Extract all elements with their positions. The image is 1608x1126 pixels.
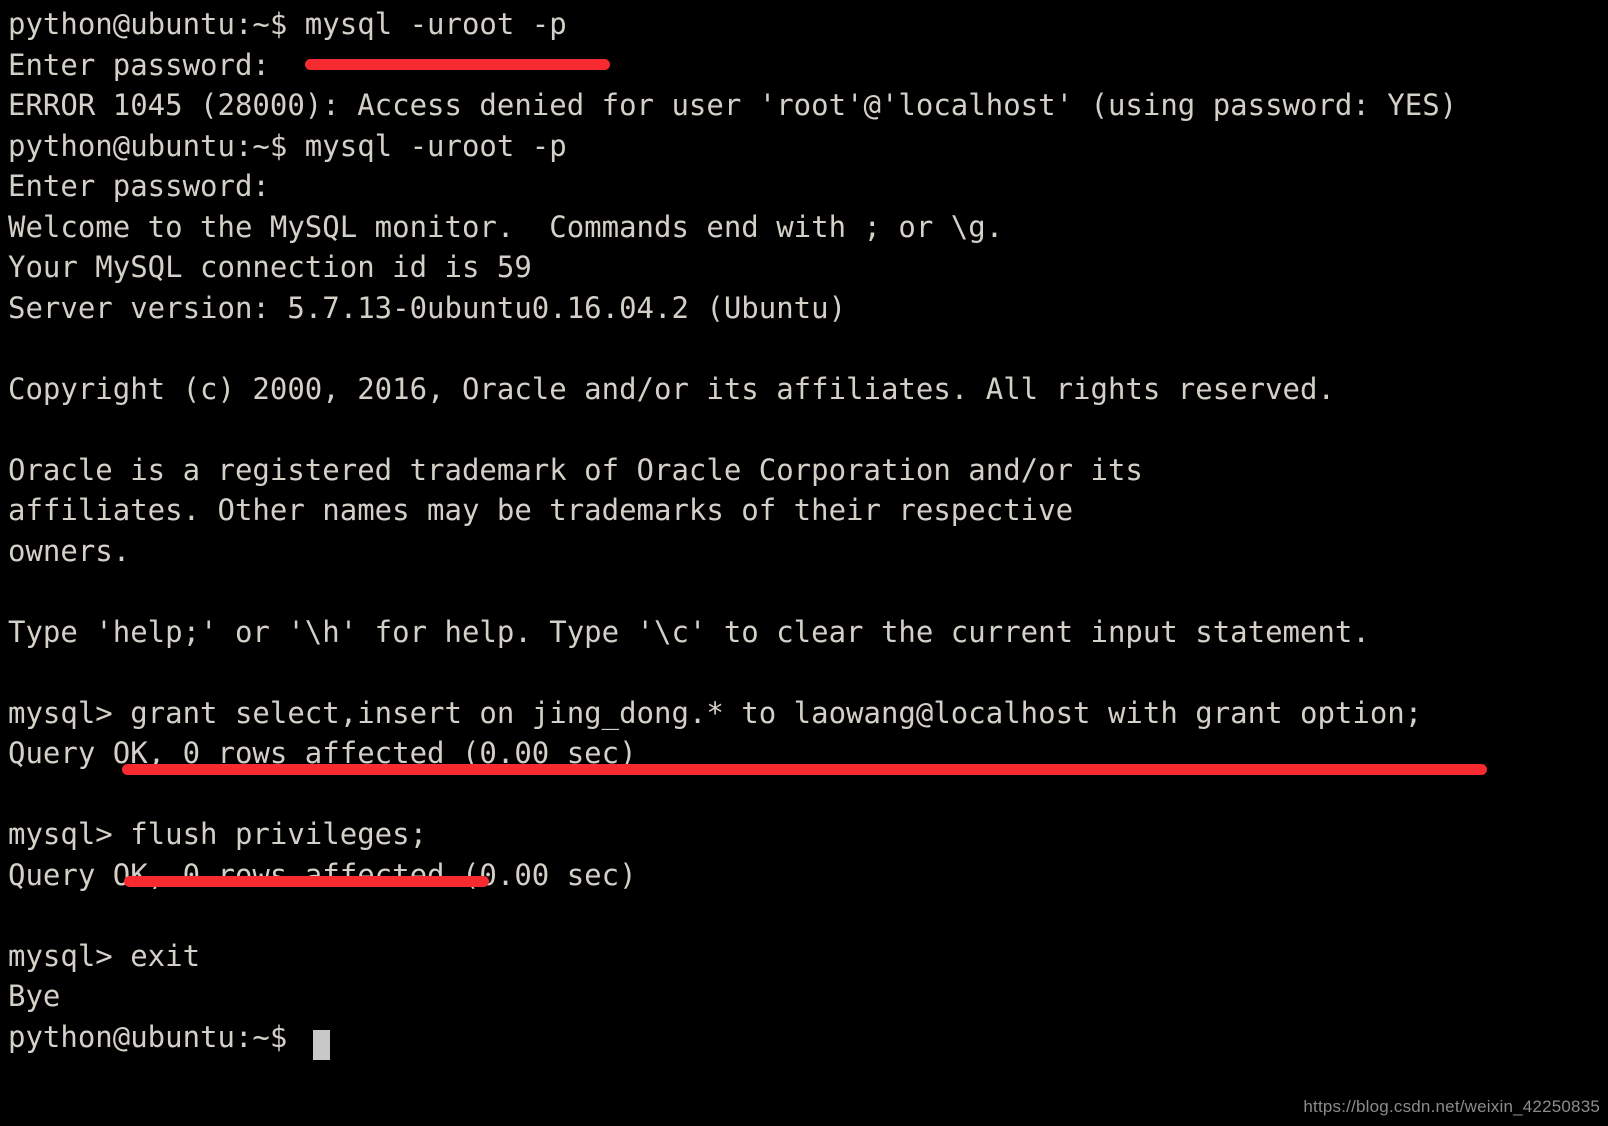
terminal-line: ERROR 1045 (28000): Access denied for us… xyxy=(8,88,1458,122)
terminal-line: affiliates. Other names may be trademark… xyxy=(8,493,1074,527)
terminal-line: Server version: 5.7.13-0ubuntu0.16.04.2 … xyxy=(8,290,847,325)
terminal-window[interactable]: python@ubuntu:~$ mysql -uroot -p Enter p… xyxy=(0,0,1608,1126)
terminal-line: mysql> exit xyxy=(8,938,201,973)
terminal-screen[interactable]: python@ubuntu:~$ mysql -uroot -p Enter p… xyxy=(8,4,1600,1057)
terminal-line: python@ubuntu:~$ mysql -uroot -p xyxy=(8,7,567,41)
watermark-text: https://blog.csdn.net/weixin_42250835 xyxy=(1303,1097,1600,1116)
terminal-line: python@ubuntu:~$ mysql -uroot -p xyxy=(8,128,567,163)
terminal-line: owners. xyxy=(8,533,131,568)
terminal-line: Bye xyxy=(8,979,61,1013)
terminal-line: Enter password: xyxy=(8,47,270,82)
terminal-line: Oracle is a registered trademark of Orac… xyxy=(8,452,1143,487)
terminal-line: Your MySQL connection id is 59 xyxy=(8,250,532,284)
terminal-line: mysql> flush privileges; xyxy=(8,817,428,851)
terminal-line: Type 'help;' or '\h' for help. Type '\c'… xyxy=(8,614,1370,649)
terminal-line: Welcome to the MySQL monitor. Commands e… xyxy=(8,209,1004,244)
terminal-prompt-line: python@ubuntu:~$ xyxy=(8,1019,305,1054)
flush-privileges-underline xyxy=(124,876,489,887)
password-redaction-bar xyxy=(305,59,610,70)
terminal-line: Query OK, 0 rows affected (0.00 sec) xyxy=(8,857,637,892)
terminal-line: mysql> grant select,insert on jing_dong.… xyxy=(8,695,1423,730)
terminal-line: Enter password: xyxy=(8,169,270,203)
terminal-cursor xyxy=(313,1030,330,1060)
grant-statement-underline xyxy=(122,764,1487,775)
terminal-line: Copyright (c) 2000, 2016, Oracle and/or … xyxy=(8,371,1335,406)
